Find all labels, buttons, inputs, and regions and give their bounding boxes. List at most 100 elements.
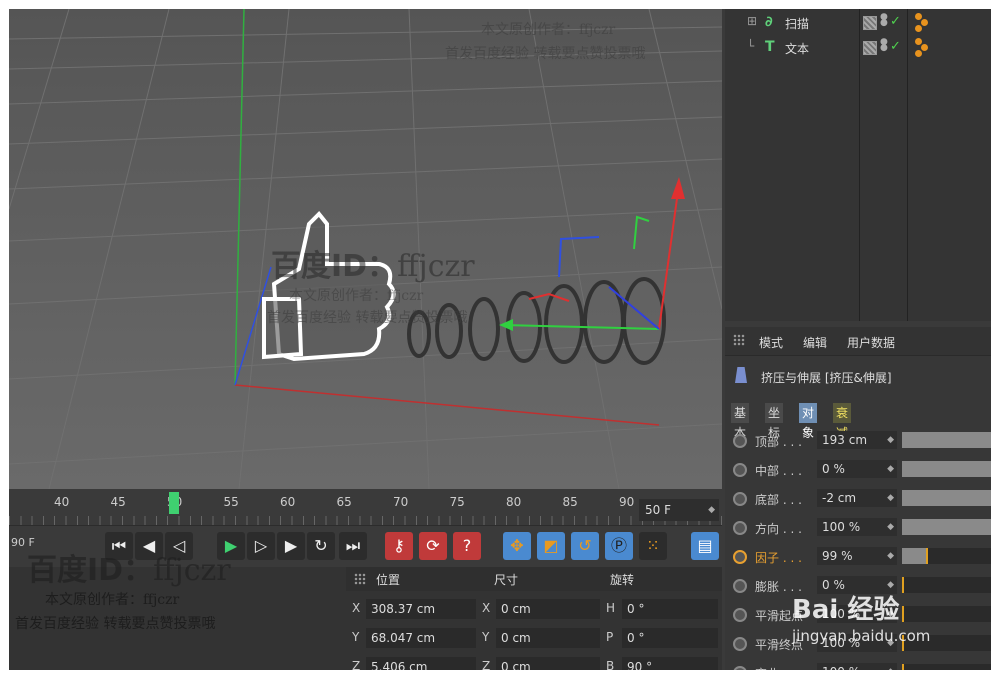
tab-basic[interactable]: 基本 — [731, 403, 750, 440]
param-slider[interactable] — [902, 519, 991, 535]
anim-key-icon[interactable] — [733, 666, 747, 670]
slider-fill — [902, 548, 926, 564]
object-row-sweep[interactable]: ⊞ ∂ 扫描 ● ● ✓ — [725, 11, 991, 35]
param-value-field[interactable]: -2 cm ◆ — [817, 489, 897, 507]
param-row[interactable]: 顶部 . . . 193 cm ◆ — [725, 426, 991, 455]
object-name: 文本 — [785, 42, 810, 56]
param-row[interactable]: 因子 . . . 99 % ◆ — [725, 542, 991, 571]
anim-key-icon[interactable] — [733, 434, 747, 448]
menu-user-data[interactable]: 用户数据 — [847, 334, 895, 351]
autokey-icon[interactable]: ⟳ — [419, 532, 447, 560]
menu-mode[interactable]: 模式 — [759, 334, 783, 351]
anim-key-icon[interactable] — [733, 492, 747, 506]
timeline[interactable]: 4045505560657075808590 — [9, 489, 722, 525]
param-row[interactable]: 中部 . . . 0 % ◆ — [725, 455, 991, 484]
axis-label: Y — [482, 630, 490, 644]
gizmo-y-arrow[interactable] — [658, 183, 680, 330]
rotation-field[interactable]: 90 ° — [622, 657, 718, 670]
slider-handle[interactable] — [902, 664, 904, 670]
record-key-icon[interactable]: ⚷ — [385, 532, 413, 560]
end-frame-field[interactable]: 50 F ◆ — [639, 499, 719, 521]
param-row[interactable]: 弯曲 . . . 100 % ◆ — [725, 658, 991, 670]
tree-expand-icon[interactable]: ⊞ — [747, 14, 757, 28]
anim-key-icon[interactable] — [733, 521, 747, 535]
spin-arrows-icon[interactable]: ◆ — [887, 518, 894, 536]
3d-viewport[interactable]: 百度ID：ffjczr 本文原创作者：ffjczr 首发百度经验 转载要点赞投票… — [9, 9, 722, 489]
film-strip-icon[interactable]: ▤ — [691, 532, 719, 560]
spin-arrows-icon[interactable]: ◆ — [708, 499, 715, 521]
move-key-icon[interactable]: ✥ — [503, 532, 531, 560]
slider-handle[interactable] — [926, 548, 928, 564]
size-field[interactable]: 0 cm — [496, 628, 600, 648]
spin-arrows-icon[interactable]: ◆ — [887, 489, 894, 507]
position-field[interactable]: 68.047 cm — [366, 628, 476, 648]
render-dots-icon[interactable]: ● ● — [880, 13, 888, 28]
go-end-icon[interactable]: ⏭ — [339, 532, 367, 560]
param-slider[interactable] — [902, 548, 991, 564]
visibility-toggle-icon[interactable] — [863, 41, 877, 55]
watermark-line1: 本文原创作者：ffjczr — [45, 592, 180, 608]
help-icon[interactable]: ? — [453, 532, 481, 560]
param-value-field[interactable]: 193 cm ◆ — [817, 431, 897, 449]
param-slider[interactable] — [902, 432, 991, 448]
rotation-field[interactable]: 0 ° — [622, 628, 718, 648]
param-row[interactable]: 方向 . . . 100 % ◆ — [725, 513, 991, 542]
position-field[interactable]: 308.37 cm — [366, 599, 476, 619]
param-value-field[interactable]: 100 % ◆ — [817, 663, 897, 670]
param-slider[interactable] — [902, 490, 991, 506]
watermark-top-line2: 首发百度经验 转载要点赞投票哦 — [445, 46, 646, 62]
param-value-field[interactable]: 0 % ◆ — [817, 460, 897, 478]
param-label: 中部 . . . — [755, 464, 802, 478]
next-frame-icon[interactable]: ▷ — [247, 532, 275, 560]
anim-key-icon[interactable] — [733, 550, 747, 564]
size-field[interactable]: 0 cm — [496, 599, 600, 619]
playhead[interactable] — [169, 492, 179, 514]
axis-label: X — [352, 601, 361, 615]
spin-arrows-icon[interactable]: ◆ — [887, 431, 894, 449]
param-value-field[interactable]: 99 % ◆ — [817, 547, 897, 565]
tab-coord[interactable]: 坐标 — [765, 403, 784, 440]
next-key-icon[interactable]: ▶ — [277, 532, 305, 560]
size-field[interactable]: 0 cm — [496, 657, 600, 670]
enabled-check-icon[interactable]: ✓ — [890, 14, 901, 29]
grip-icon[interactable] — [354, 573, 366, 585]
param-label: 弯曲 . . . — [755, 665, 802, 670]
anim-key-icon[interactable] — [733, 579, 747, 593]
position-field[interactable]: 5.406 cm — [366, 657, 476, 670]
gizmo-z-arrow[interactable] — [608, 286, 660, 330]
anim-key-icon[interactable] — [733, 608, 747, 622]
coordinate-row: Z 5.406 cm Z 0 cm B 90 ° — [346, 653, 722, 670]
end-frame-value: 50 F — [645, 503, 671, 517]
loop-icon[interactable]: ↻ — [307, 532, 335, 560]
scale-key-icon[interactable]: ◩ — [537, 532, 565, 560]
anim-key-icon[interactable] — [733, 463, 747, 477]
object-row-text[interactable]: └ T 文本 ● ● ✓ — [725, 36, 991, 60]
render-dots-icon[interactable]: ● ● — [880, 38, 888, 53]
tab-object[interactable]: 对象 — [799, 403, 818, 440]
watermark-id-value: ffjczr — [153, 553, 231, 588]
spin-arrows-icon[interactable]: ◆ — [887, 547, 894, 565]
spin-arrows-icon[interactable]: ◆ — [887, 663, 894, 670]
param-value: 193 cm — [822, 433, 868, 447]
menu-edit[interactable]: 编辑 — [803, 334, 827, 351]
logo-url: jingyan.baidu.com — [792, 627, 931, 645]
watermark-line2: 首发百度经验 转载要点赞投票哦 — [15, 616, 216, 632]
param-key-icon[interactable]: Ⓟ — [605, 532, 633, 560]
visibility-toggle-icon[interactable] — [863, 16, 877, 30]
attribute-menu-bar: 模式 编辑 用户数据 — [725, 327, 991, 356]
param-value-field[interactable]: 100 % ◆ — [817, 518, 897, 536]
pla-key-icon[interactable]: ⁙ — [639, 532, 667, 560]
gizmo-plane-blue[interactable] — [558, 236, 600, 278]
anim-key-icon[interactable] — [733, 637, 747, 651]
param-slider[interactable] — [902, 461, 991, 477]
grip-icon[interactable] — [733, 334, 745, 346]
timeline-tick-label: 65 — [336, 495, 352, 509]
param-slider[interactable] — [902, 664, 991, 670]
tab-falloff[interactable]: 衰减 — [833, 403, 852, 440]
spin-arrows-icon[interactable]: ◆ — [887, 460, 894, 478]
param-row[interactable]: 底部 . . . -2 cm ◆ — [725, 484, 991, 513]
enabled-check-icon[interactable]: ✓ — [890, 39, 901, 54]
rotation-field[interactable]: 0 ° — [622, 599, 718, 619]
rotate-key-icon[interactable]: ↺ — [571, 532, 599, 560]
gizmo-plane-green[interactable] — [633, 215, 650, 250]
